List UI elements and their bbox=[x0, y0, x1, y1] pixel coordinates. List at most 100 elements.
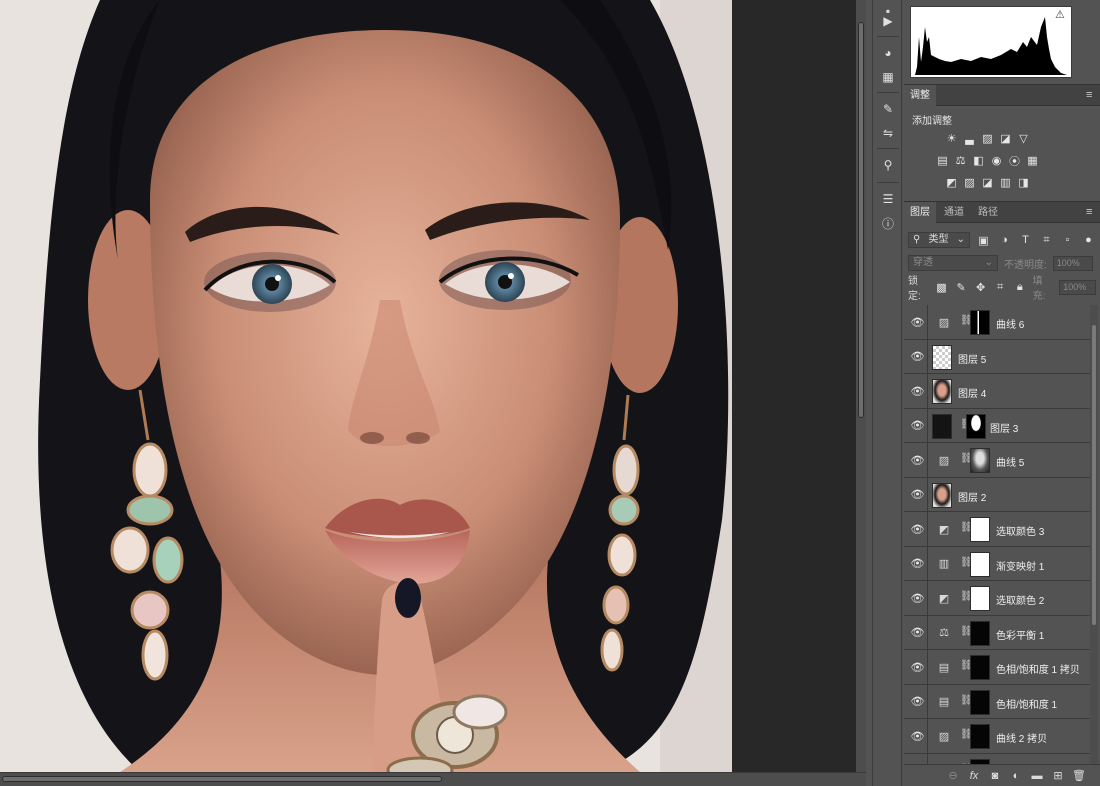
color-palette-icon[interactable]: ◕ bbox=[876, 42, 900, 64]
swatches-grid-icon[interactable]: ▦ bbox=[876, 66, 900, 88]
black-white-icon[interactable]: ◧ bbox=[971, 153, 986, 168]
layer-filter-dropdown[interactable]: ⚲ 类型 ⌄ bbox=[908, 232, 970, 248]
filter-pixel-icon[interactable]: ▣ bbox=[976, 233, 991, 248]
eye-visibility-icon[interactable]: 👁︎ bbox=[908, 305, 928, 339]
warning-triangle-icon[interactable]: ⚠ bbox=[1055, 9, 1067, 21]
mask-link-icon[interactable]: ⛓︎ bbox=[960, 557, 973, 571]
layer-row[interactable]: 👁︎ ▨ ⛓︎ 曲线 5 bbox=[904, 443, 1090, 478]
layer-row[interactable]: 👁︎ 图层 4 bbox=[904, 374, 1090, 409]
lock-image-icon[interactable]: ✎ bbox=[954, 280, 968, 295]
fx-icon[interactable]: fx bbox=[967, 769, 981, 783]
photo-filter-icon[interactable]: ◉ bbox=[989, 153, 1004, 168]
layer-thumbnail[interactable] bbox=[932, 413, 952, 439]
eye-visibility-icon[interactable]: 👁︎ bbox=[908, 408, 928, 443]
hue-saturation-icon[interactable]: ▤ bbox=[935, 153, 950, 168]
layer-row[interactable]: 👁︎▨⛓︎ bbox=[904, 753, 1090, 764]
eye-visibility-icon[interactable]: 👁︎ bbox=[908, 719, 928, 753]
eye-visibility-icon[interactable]: 👁︎ bbox=[908, 477, 928, 512]
layer-row[interactable]: 👁︎ ◩ ⛓︎ 选取颜色 3 bbox=[904, 512, 1090, 547]
mask-link-icon[interactable]: ⛓︎ bbox=[960, 453, 973, 467]
mask-link-icon[interactable]: ⛓︎ bbox=[960, 626, 973, 640]
delete-layer-icon[interactable]: 🗑︎ bbox=[1072, 769, 1086, 783]
new-adjustment-layer-icon[interactable]: ◐ bbox=[1009, 769, 1023, 783]
clone-source-icon[interactable]: ⚲ bbox=[876, 154, 900, 176]
filter-shape-icon[interactable]: ⌗ bbox=[1039, 233, 1054, 248]
play-action-icon[interactable]: ▶ bbox=[876, 10, 900, 32]
tab-paths[interactable]: 路径 bbox=[972, 202, 1004, 224]
eye-visibility-icon[interactable]: 👁︎ bbox=[908, 546, 928, 581]
layer-mask-thumbnail[interactable] bbox=[970, 655, 990, 680]
tool-presets-icon[interactable]: ⇋ bbox=[876, 122, 900, 144]
eye-visibility-icon[interactable]: 👁︎ bbox=[908, 753, 928, 764]
document-canvas[interactable] bbox=[0, 0, 732, 772]
layer-row[interactable]: 👁︎ ◩ ⛓︎ 选取颜色 2 bbox=[904, 581, 1090, 616]
fill-field[interactable]: 100% bbox=[1059, 279, 1096, 295]
panel-menu-icon[interactable]: ≡ bbox=[1086, 89, 1096, 101]
layer-row[interactable]: 👁︎ ▨ ⛓︎ 曲线 6 bbox=[904, 305, 1090, 340]
layer-row[interactable]: 👁︎ ▤ ⛓︎ 色相/饱和度 1 bbox=[904, 684, 1090, 719]
eye-visibility-icon[interactable]: 👁︎ bbox=[908, 650, 928, 684]
layer-mask-thumbnail[interactable] bbox=[970, 620, 990, 646]
posterize-icon[interactable]: ▨ bbox=[962, 175, 977, 190]
color-balance-icon[interactable]: ⚖ bbox=[953, 153, 968, 168]
eye-visibility-icon[interactable]: 👁︎ bbox=[908, 374, 928, 408]
threshold-icon[interactable]: ◪ bbox=[980, 175, 995, 190]
layer-mask-thumbnail[interactable] bbox=[970, 448, 990, 473]
channel-mixer-icon[interactable]: ⦿ bbox=[1007, 153, 1022, 168]
layer-row[interactable]: 👁︎ ▥ ⛓︎ 渐变映射 1 bbox=[904, 546, 1090, 581]
mask-link-icon[interactable]: ⛓︎ bbox=[960, 695, 973, 709]
eye-visibility-icon[interactable]: 👁︎ bbox=[908, 581, 928, 615]
mask-link-icon[interactable]: ⛓︎ bbox=[960, 729, 973, 743]
layers-scrollbar[interactable] bbox=[1090, 305, 1098, 764]
layer-row[interactable]: 👁︎ 图层 2 bbox=[904, 477, 1090, 512]
eye-visibility-icon[interactable]: 👁︎ bbox=[908, 615, 928, 650]
layer-row[interactable]: 👁︎ ▤ ⛓︎ 色相/饱和度 1 拷贝 bbox=[904, 650, 1090, 685]
blend-mode-dropdown[interactable]: 穿透 ⌄ bbox=[908, 255, 998, 271]
canvas-vertical-scrollbar[interactable] bbox=[856, 0, 866, 772]
layer-thumbnail[interactable] bbox=[932, 482, 952, 508]
info-icon[interactable]: ⓘ bbox=[876, 212, 900, 234]
lock-all-icon[interactable]: 🔒︎ bbox=[1013, 280, 1027, 295]
filter-type-icon[interactable]: T bbox=[1018, 233, 1033, 248]
new-layer-icon[interactable]: ⊞ bbox=[1051, 769, 1065, 783]
lock-position-icon[interactable]: ✥ bbox=[974, 280, 988, 295]
layer-mask-thumbnail[interactable] bbox=[966, 413, 986, 439]
layer-mask-thumbnail[interactable] bbox=[970, 551, 990, 577]
invert-icon[interactable]: ◩ bbox=[944, 175, 959, 190]
eye-visibility-icon[interactable]: 👁︎ bbox=[908, 512, 928, 546]
eye-visibility-icon[interactable]: 👁︎ bbox=[908, 443, 928, 477]
layer-row[interactable]: 👁︎ ⚖ ⛓︎ 色彩平衡 1 bbox=[904, 615, 1090, 650]
link-layers-icon[interactable]: ⊖ bbox=[946, 769, 960, 783]
selective-color-icon[interactable]: ◨ bbox=[1016, 175, 1031, 190]
eye-visibility-icon[interactable]: 👁︎ bbox=[908, 339, 928, 374]
color-lookup-icon[interactable]: ▦ bbox=[1025, 153, 1040, 168]
tab-channels[interactable]: 通道 bbox=[938, 202, 970, 224]
lock-transparent-icon[interactable]: ▩ bbox=[935, 280, 949, 295]
layer-row[interactable]: 👁︎ ▨ ⛓︎ 曲线 2 拷贝 bbox=[904, 719, 1090, 754]
layer-mask-thumbnail[interactable] bbox=[970, 517, 990, 542]
brightness-icon[interactable]: ☀ bbox=[944, 131, 959, 146]
canvas-horizontal-scrollbar[interactable] bbox=[0, 772, 866, 786]
gradient-map-icon[interactable]: ▥ bbox=[998, 175, 1013, 190]
new-group-icon[interactable]: ▬ bbox=[1030, 769, 1044, 783]
layers-panel-menu-icon[interactable]: ≡ bbox=[1086, 206, 1096, 218]
layer-row[interactable]: 👁︎⛓︎图层 3 bbox=[904, 408, 1090, 443]
layer-mask-thumbnail[interactable] bbox=[970, 689, 990, 715]
mask-link-icon[interactable]: ⛓︎ bbox=[960, 315, 973, 329]
layer-mask-thumbnail[interactable] bbox=[970, 310, 990, 335]
layer-mask-thumbnail[interactable] bbox=[970, 586, 990, 611]
layer-thumbnail[interactable] bbox=[932, 379, 952, 404]
tab-adjustments[interactable]: 调整 bbox=[904, 85, 936, 107]
add-mask-icon[interactable]: ◙ bbox=[988, 769, 1002, 783]
layer-mask-thumbnail[interactable] bbox=[970, 724, 990, 749]
eye-visibility-icon[interactable]: 👁︎ bbox=[908, 684, 928, 719]
filter-adjustment-icon[interactable]: ◑ bbox=[997, 233, 1012, 248]
exposure-icon[interactable]: ◪ bbox=[998, 131, 1013, 146]
brush-settings-icon[interactable]: ✎ bbox=[876, 98, 900, 120]
tab-layers[interactable]: 图层 bbox=[904, 202, 936, 224]
mask-link-icon[interactable]: ⛓︎ bbox=[960, 660, 973, 674]
layer-row[interactable]: 👁︎ 图层 5 bbox=[904, 339, 1090, 374]
filter-smart-object-icon[interactable]: ▫ bbox=[1060, 233, 1075, 248]
properties-icon[interactable]: ☰ bbox=[876, 188, 900, 210]
filter-toggle-icon[interactable]: ● bbox=[1081, 233, 1096, 248]
